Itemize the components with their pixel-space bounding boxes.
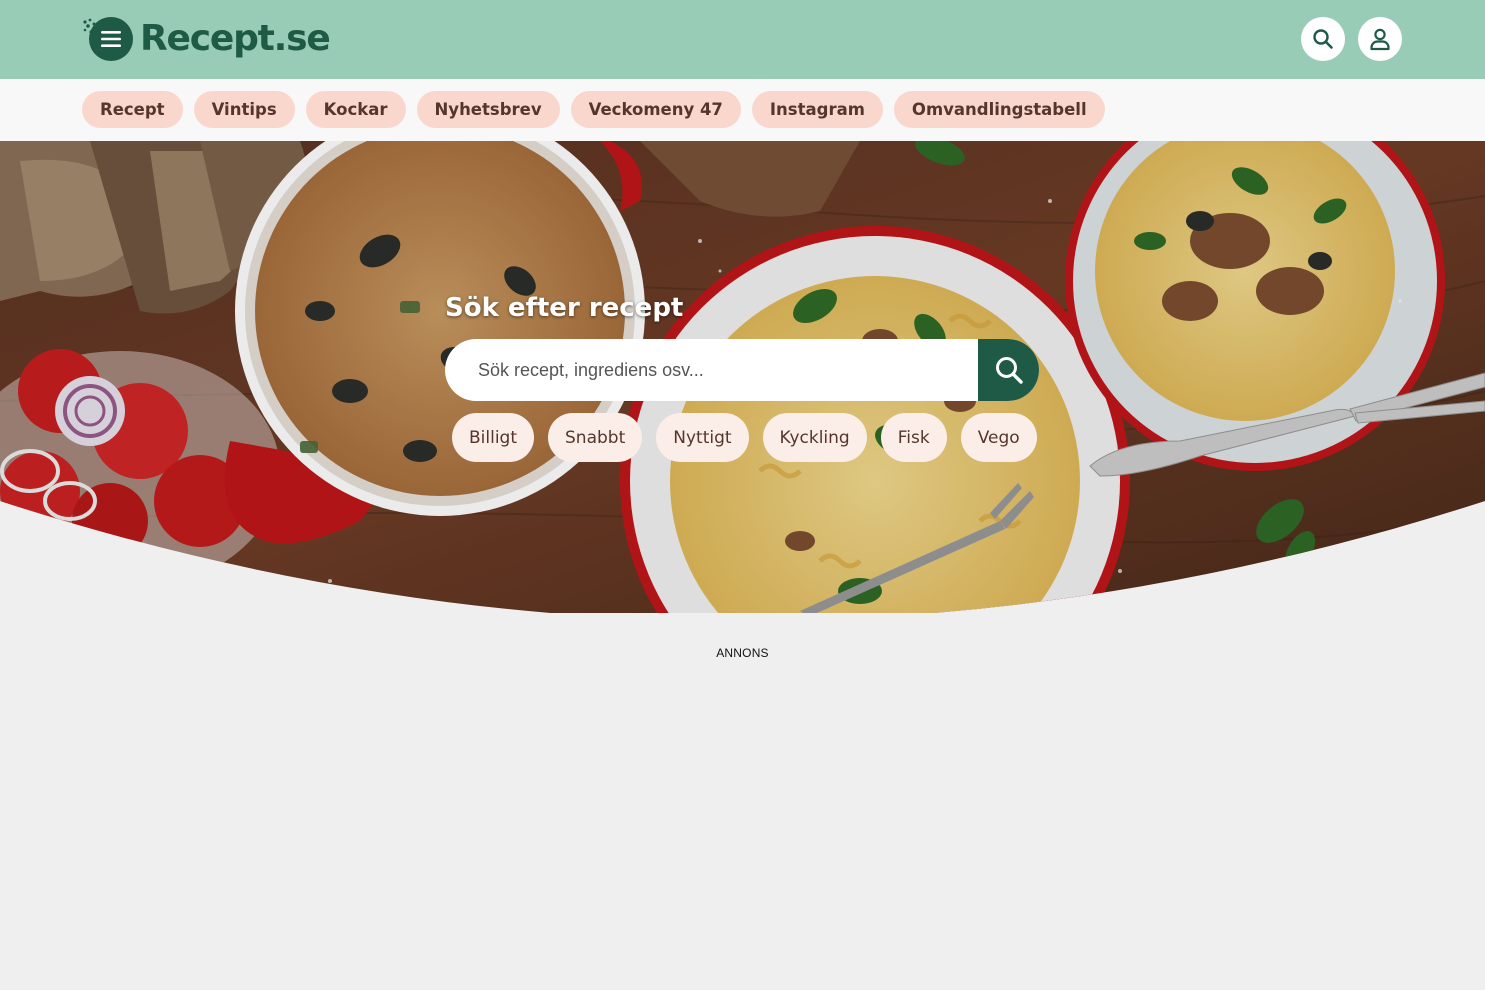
header-user-button[interactable] (1358, 17, 1402, 61)
nav-chip-list: Recept Vintips Kockar Nyhetsbrev Veckome… (82, 91, 1105, 128)
menu-icon (89, 17, 133, 61)
recipe-search-input[interactable] (445, 339, 978, 401)
category-nav: Recept Vintips Kockar Nyhetsbrev Veckome… (0, 79, 1485, 141)
top-header: Recept.se (0, 0, 1485, 79)
search-icon (995, 357, 1023, 384)
nav-item-nyhetsbrev[interactable]: Nyhetsbrev (416, 91, 560, 128)
header-search-button[interactable] (1301, 17, 1345, 61)
quick-filter-nyttigt[interactable]: Nyttigt (656, 413, 749, 462)
nav-item-instagram[interactable]: Instagram (751, 91, 883, 128)
menu-button[interactable] (82, 14, 134, 64)
nav-item-omvandlingstabell[interactable]: Omvandlingstabell (893, 91, 1105, 128)
logo-text: Recept.se (140, 18, 331, 59)
site-logo[interactable]: Recept.se (82, 14, 331, 64)
nav-item-recept[interactable]: Recept (82, 91, 183, 128)
quick-filter-fisk[interactable]: Fisk (880, 413, 947, 462)
quick-filter-snabbt[interactable]: Snabbt (548, 413, 643, 462)
ad-label: ANNONS (716, 646, 769, 660)
recipe-search-button[interactable] (978, 339, 1039, 401)
quick-filter-billigt[interactable]: Billigt (452, 413, 535, 462)
quick-filter-list: Billigt Snabbt Nyttigt Kyckling Fisk Veg… (452, 413, 1037, 462)
quick-filter-vego[interactable]: Vego (960, 413, 1037, 462)
nav-item-veckomeny[interactable]: Veckomeny 47 (570, 91, 741, 128)
nav-item-vintips[interactable]: Vintips (193, 91, 295, 128)
user-icon (1370, 28, 1390, 51)
search-icon (1313, 29, 1333, 49)
quick-filter-kyckling[interactable]: Kyckling (762, 413, 867, 462)
nav-item-kockar[interactable]: Kockar (305, 91, 406, 128)
nav-scroll-indicator (1027, 109, 1029, 111)
recipe-search-form (445, 339, 1039, 401)
hero-title: Sök efter recept (445, 293, 684, 323)
